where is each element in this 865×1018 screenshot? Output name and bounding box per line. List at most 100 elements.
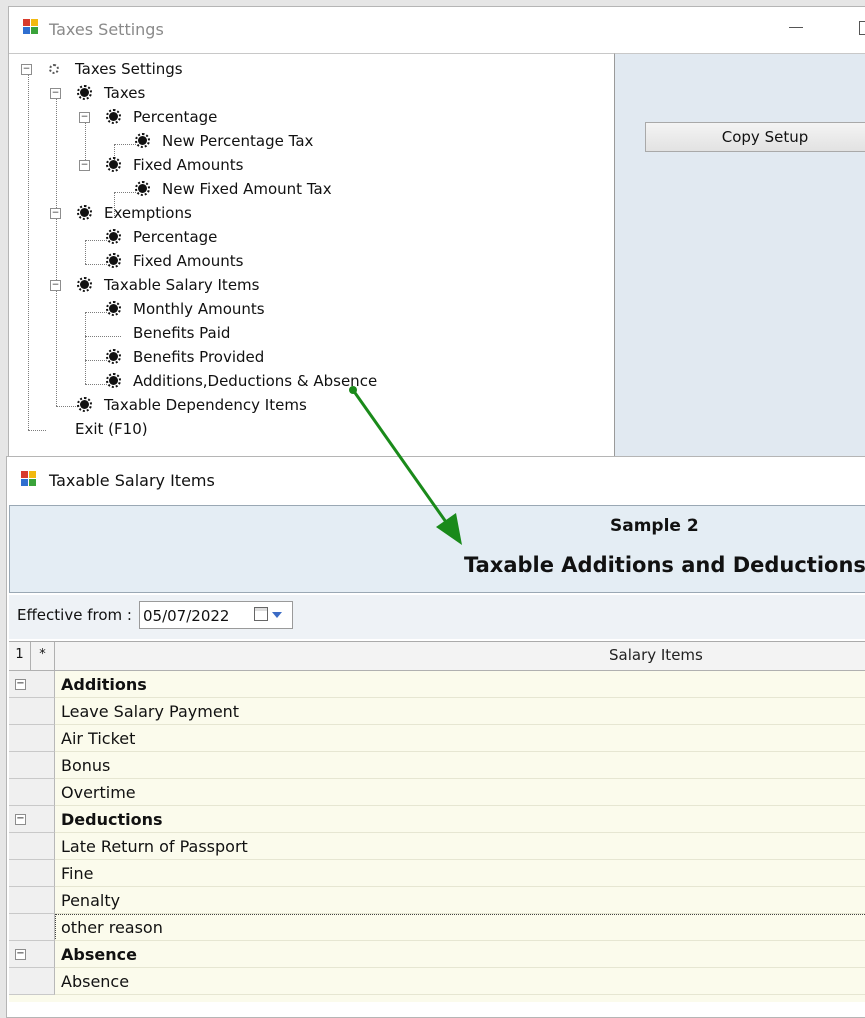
title-bar: Taxes Settings <box>9 7 865 53</box>
salary-item-label[interactable]: Fine <box>61 864 93 883</box>
root-node-icon <box>49 64 59 74</box>
row-divider <box>55 994 865 995</box>
table-row[interactable]: other reason <box>9 914 865 941</box>
grid-header-number[interactable]: 1 <box>9 642 31 670</box>
effective-date-bar: Effective from : 05/07/2022 <box>9 595 865 639</box>
salary-item-label[interactable]: Overtime <box>61 783 136 802</box>
salary-item-label[interactable]: Bonus <box>61 756 110 775</box>
app-icon <box>21 471 39 489</box>
salary-item-label[interactable]: Air Ticket <box>61 729 135 748</box>
node-bullet-icon <box>135 181 150 196</box>
grid-header-star[interactable]: * <box>31 642 55 670</box>
table-row[interactable]: Late Return of Passport <box>9 833 865 860</box>
node-bullet-icon <box>106 349 121 364</box>
tree-node-additions-deductions-absence[interactable]: Additions,Deductions & Absence <box>79 370 379 392</box>
group-label[interactable]: Deductions <box>61 810 163 829</box>
salary-items-grid: 1 * Salary Items − Additions Leave Salary … <box>9 641 865 1002</box>
tree-node-taxable-salary-items[interactable]: − Taxable Salary Items <box>50 274 290 296</box>
salary-item-label[interactable]: Late Return of Passport <box>61 837 248 856</box>
window-title: Taxable Salary Items <box>49 471 215 490</box>
sample-title: Sample 2 <box>610 516 699 536</box>
row-selector[interactable] <box>9 860 55 887</box>
tree-node-taxes-fixed-amounts[interactable]: − Fixed Amounts <box>79 154 279 176</box>
tree-node-exemptions-percentage[interactable]: Percentage <box>79 226 279 248</box>
salary-item-label[interactable]: Absence <box>61 972 129 991</box>
collapse-icon[interactable]: − <box>15 949 26 960</box>
tree-node-exemptions-fixed-amounts[interactable]: Fixed Amounts <box>79 250 279 272</box>
group-label[interactable]: Additions <box>61 675 147 694</box>
grid-header-salary-items[interactable]: Salary Items <box>609 646 703 664</box>
taxes-settings-window: Taxes Settings − Taxes Settings − Taxes … <box>8 6 865 463</box>
table-row[interactable]: Penalty <box>9 887 865 914</box>
group-row[interactable]: − Absence <box>9 941 865 968</box>
salary-item-label[interactable]: Penalty <box>61 891 120 910</box>
chevron-down-icon[interactable] <box>272 612 282 618</box>
tree-node-root[interactable]: − Taxes Settings <box>21 58 221 80</box>
collapse-icon[interactable]: − <box>50 208 61 219</box>
tree-node-new-fixed-amount-tax[interactable]: New Fixed Amount Tax <box>108 178 348 200</box>
maximize-icon[interactable] <box>859 21 865 35</box>
taxable-salary-items-window: Taxable Salary Items Sample 2 Taxable Ad… <box>6 456 865 1018</box>
row-selector[interactable] <box>9 752 55 779</box>
row-selector[interactable]: − <box>9 806 55 833</box>
calendar-icon[interactable] <box>254 607 268 621</box>
tree-node-exemptions[interactable]: − Exemptions <box>50 202 250 224</box>
row-selector[interactable] <box>9 968 55 995</box>
report-title: Taxable Additions and Deductions <box>464 553 865 577</box>
effective-date-picker[interactable]: 05/07/2022 <box>139 601 293 629</box>
node-bullet-icon <box>135 133 150 148</box>
table-row[interactable]: Air Ticket <box>9 725 865 752</box>
settings-tree: − Taxes Settings − Taxes − Percentage Ne… <box>9 53 615 463</box>
node-bullet-icon <box>106 229 121 244</box>
tree-node-monthly-amounts[interactable]: Monthly Amounts <box>79 298 299 320</box>
node-bullet-icon <box>106 301 121 316</box>
group-label[interactable]: Absence <box>61 945 137 964</box>
node-bullet-icon <box>77 205 92 220</box>
row-selector[interactable] <box>9 833 55 860</box>
actions-panel: Copy Setup <box>615 53 865 463</box>
collapse-icon[interactable]: − <box>79 112 90 123</box>
table-row[interactable]: Leave Salary Payment <box>9 698 865 725</box>
app-icon <box>23 19 41 37</box>
tree-node-taxes-percentage[interactable]: − Percentage <box>79 106 279 128</box>
group-row[interactable]: − Additions <box>9 671 865 698</box>
table-row[interactable]: Bonus <box>9 752 865 779</box>
collapse-icon[interactable]: − <box>21 64 32 75</box>
effective-from-label: Effective from : <box>17 606 132 624</box>
salary-item-label[interactable]: Leave Salary Payment <box>61 702 239 721</box>
tree-node-new-percentage-tax[interactable]: New Percentage Tax <box>108 130 328 152</box>
node-bullet-icon <box>77 85 92 100</box>
tree-node-benefits-paid[interactable]: Benefits Paid <box>79 322 279 344</box>
grid-header: 1 * Salary Items <box>9 642 865 671</box>
row-selector[interactable] <box>9 779 55 806</box>
table-row[interactable]: Absence <box>9 968 865 995</box>
node-bullet-icon <box>106 373 121 388</box>
row-selector[interactable] <box>9 887 55 914</box>
collapse-icon[interactable]: − <box>15 679 26 690</box>
node-bullet-icon <box>106 109 121 124</box>
row-selector[interactable] <box>9 914 55 941</box>
collapse-icon[interactable]: − <box>15 814 26 825</box>
minimize-icon[interactable] <box>789 27 803 28</box>
node-bullet-icon <box>77 397 92 412</box>
title-bar: Taxable Salary Items <box>7 457 865 503</box>
table-row[interactable]: Overtime <box>9 779 865 806</box>
effective-date-value[interactable]: 05/07/2022 <box>143 607 229 625</box>
collapse-icon[interactable]: − <box>50 280 61 291</box>
collapse-icon[interactable]: − <box>79 160 90 171</box>
tree-node-taxable-dependency-items[interactable]: Taxable Dependency Items <box>50 394 310 416</box>
group-row[interactable]: − Deductions <box>9 806 865 833</box>
collapse-icon[interactable]: − <box>50 88 61 99</box>
row-selector[interactable] <box>9 725 55 752</box>
salary-item-label[interactable]: other reason <box>55 914 865 941</box>
row-selector[interactable]: − <box>9 671 55 698</box>
tree-node-taxes[interactable]: − Taxes <box>50 82 250 104</box>
tree-node-exit[interactable]: Exit (F10) <box>21 418 221 440</box>
report-header: Sample 2 Taxable Additions and Deduction… <box>9 505 865 593</box>
tree-node-benefits-provided[interactable]: Benefits Provided <box>79 346 299 368</box>
row-selector[interactable] <box>9 698 55 725</box>
table-row[interactable]: Fine <box>9 860 865 887</box>
node-bullet-icon <box>77 277 92 292</box>
row-selector[interactable]: − <box>9 941 55 968</box>
copy-setup-button[interactable]: Copy Setup <box>645 122 865 152</box>
